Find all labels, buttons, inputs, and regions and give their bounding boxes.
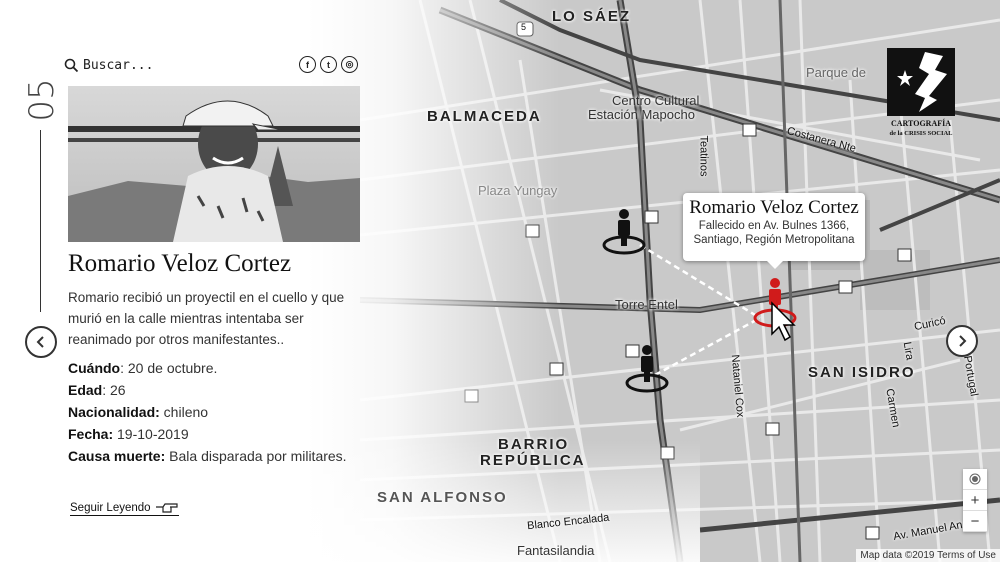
route-shield-label: 5 xyxy=(521,22,527,32)
map-label-teatinos: Teatinos xyxy=(697,135,710,177)
search-icon xyxy=(64,58,79,73)
tooltip-address-line1: Fallecido en Av. Bulnes 1366, xyxy=(698,220,850,232)
zoom-in-button[interactable]: + xyxy=(963,490,987,511)
pointing-hand-icon xyxy=(155,503,178,513)
victim-photo xyxy=(68,86,360,242)
zoom-controls: + − xyxy=(963,469,987,532)
marker-tooltip: Romario Veloz Cortez Fallecido en Av. Bu… xyxy=(683,193,865,269)
person-description: Romario recibió un proyectil en el cuell… xyxy=(68,290,345,347)
read-more-label[interactable]: Seguir Leyendo xyxy=(70,502,151,514)
map-label-fantasilandia: Fantasilandia xyxy=(517,543,595,558)
prev-button[interactable] xyxy=(25,326,57,358)
fact-age: Edad: 26 xyxy=(68,382,126,398)
locate-button[interactable] xyxy=(963,469,987,490)
instagram-icon[interactable]: ◎ xyxy=(341,56,358,73)
social-links: f t ◎ xyxy=(299,56,358,73)
map-label-republica: REPÚBLICA xyxy=(480,452,586,469)
fact-when: Cuándo: 20 de octubre. xyxy=(68,360,218,376)
fact-nationality: Nacionalidad: chileno xyxy=(68,404,209,420)
facebook-icon[interactable]: f xyxy=(299,56,316,73)
site-logo[interactable]: CARTOGRAFÍA de la CRISIS SOCIAL xyxy=(885,46,957,138)
twitter-icon[interactable]: t xyxy=(320,56,337,73)
next-button[interactable] xyxy=(946,325,978,357)
logo-line1: CARTOGRAFÍA xyxy=(891,118,951,128)
map-label-centro-cultural: Centro Cultural xyxy=(612,93,700,108)
locate-icon xyxy=(969,473,981,485)
map-attribution[interactable]: Map data ©2019 Terms of Use xyxy=(856,549,1000,562)
map-label-barrio: BARRIO xyxy=(498,436,570,453)
map-label-torre-entel: Torre Entel xyxy=(615,297,678,312)
map-label-estacion-mapocho: Estación Mapocho xyxy=(588,107,695,122)
tooltip-name: Romario Veloz Cortez xyxy=(689,197,859,218)
person-name: Romario Veloz Cortez xyxy=(68,250,292,277)
map-label-plaza-yungay: Plaza Yungay xyxy=(478,183,558,198)
fact-date: Fecha: 19-10-2019 xyxy=(68,426,189,442)
map-label-balmaceda: BALMACEDA xyxy=(427,108,542,125)
zoom-out-button[interactable]: − xyxy=(963,511,987,532)
search-placeholder[interactable]: Buscar... xyxy=(83,58,153,73)
logo-line2: de la CRISIS SOCIAL xyxy=(889,130,953,137)
read-more-link[interactable]: Seguir Leyendo xyxy=(70,502,179,516)
map-label-parque: Parque de xyxy=(806,65,866,80)
fact-cause: Causa muerte: Bala disparada por militar… xyxy=(68,448,347,464)
tooltip-address-line2: Santiago, Región Metropolitana xyxy=(693,234,855,246)
search-box[interactable]: Buscar... xyxy=(64,58,153,73)
map-label-san-isidro: SAN ISIDRO xyxy=(808,364,916,381)
chevron-left-icon xyxy=(36,336,44,348)
slide-index: 05 xyxy=(22,78,62,122)
chevron-right-icon xyxy=(959,335,967,347)
map-label-san-alfonso: SAN ALFONSO xyxy=(377,489,508,506)
divider-line xyxy=(40,130,41,312)
person-facts: Cuándo: 20 de octubre. Edad: 26 Nacional… xyxy=(68,357,347,467)
map-label-lo-saez: LO SÁEZ xyxy=(552,8,632,25)
